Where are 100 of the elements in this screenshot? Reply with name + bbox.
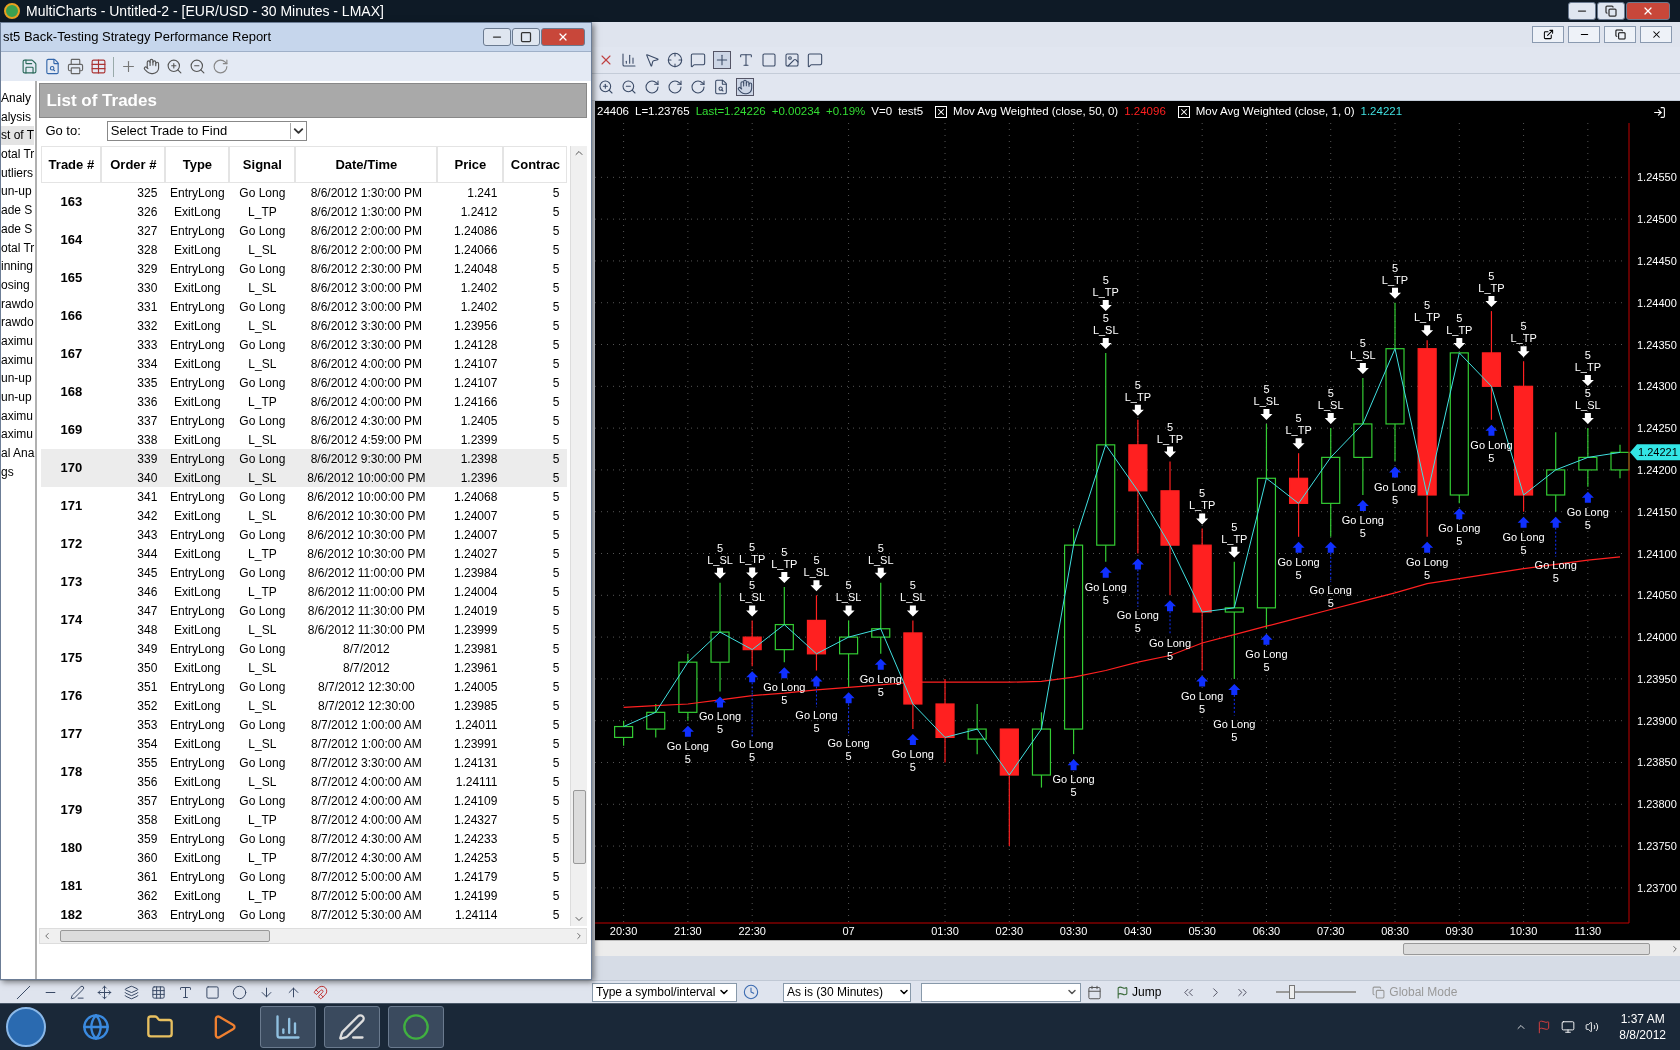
pen-icon[interactable] [70, 984, 85, 1000]
print-icon[interactable] [67, 58, 84, 75]
magnet-icon[interactable] [313, 984, 328, 1000]
horizontal-scrollbar[interactable] [39, 928, 587, 944]
time-label: 20:30 [609, 925, 638, 937]
navigation-item[interactable]: un-up [1, 388, 35, 407]
column-header[interactable]: Signal [229, 146, 296, 183]
crosshair-icon[interactable] [120, 58, 137, 75]
flag-icon[interactable] [1537, 1020, 1552, 1034]
refresh-icon[interactable] [644, 79, 660, 95]
table-icon[interactable] [90, 58, 107, 75]
window-icon[interactable] [761, 52, 777, 68]
table-cell: 8/6/2012 11:30:00 PM [307, 602, 425, 619]
scroll-right-icon[interactable] [574, 931, 584, 941]
calendar-icon[interactable] [1087, 984, 1102, 1000]
navigation-item[interactable]: ade S [1, 201, 35, 220]
volume-icon[interactable] [1585, 1020, 1600, 1034]
down-arrow-icon[interactable] [259, 984, 274, 1000]
table-cell: EntryLong [170, 678, 225, 695]
scroll-right-icon[interactable] [1670, 943, 1680, 954]
start-button[interactable] [6, 1007, 46, 1047]
navigation-item[interactable]: gs [1, 462, 35, 482]
horizontal-scrollbar[interactable] [595, 940, 1680, 956]
hand-icon[interactable] [143, 58, 160, 75]
text-icon[interactable] [178, 984, 193, 1000]
navigation-item[interactable]: aximu [1, 331, 35, 351]
annotation: 5 L_SL [900, 579, 926, 604]
line-icon[interactable] [16, 984, 31, 1000]
navigation-item[interactable]: inning [1, 257, 35, 276]
navigation-item[interactable]: otal Tr [1, 145, 35, 164]
rectangle-icon[interactable] [205, 984, 220, 1000]
zoom-out-icon[interactable] [621, 79, 637, 95]
navigation-item[interactable]: Analy [1, 89, 35, 108]
save-icon[interactable] [21, 58, 38, 75]
navigation-item[interactable]: aximu [1, 406, 35, 426]
trade-row[interactable]: 170 339 EntryLong Go Long 8/6/2012 9:30:00 PM 1.2398 5 340 ExitLong L_SL 8/6/2012 10:00:00 PM 1.2396 5 [41, 449, 568, 487]
navigation-item[interactable]: aximu [1, 350, 35, 370]
table-cell: 349 [137, 640, 158, 657]
zoom-in-icon[interactable] [598, 79, 614, 95]
navigation-item[interactable]: utliers [1, 163, 35, 183]
table-cell: 329 [137, 260, 158, 277]
refresh-icon[interactable] [212, 58, 229, 75]
date-field[interactable] [921, 982, 1081, 1002]
network-icon[interactable] [1561, 1020, 1576, 1034]
bar-chart-icon[interactable] [621, 52, 637, 68]
grid-icon[interactable] [151, 984, 166, 1000]
navigation-item[interactable]: ade S [1, 219, 35, 239]
vertical-scrollbar[interactable] [570, 146, 587, 926]
symbol-field[interactable]: Type a symbol/interval [592, 982, 737, 1002]
navigation-item[interactable]: st of T [1, 126, 35, 146]
table-cell: 359 [137, 830, 158, 847]
maximize-button[interactable] [1597, 2, 1625, 20]
taskbar-button[interactable] [324, 1006, 380, 1048]
taskbar-button[interactable] [260, 1006, 316, 1048]
column-header[interactable]: Contrac [503, 146, 568, 183]
study-checkbox[interactable] [935, 106, 948, 118]
restore-button[interactable] [1604, 26, 1636, 43]
navigation-item[interactable]: rawdo [1, 313, 35, 332]
navigation-item[interactable]: un-up [1, 182, 35, 202]
resolution-dropdown[interactable]: As is (30 Minutes) [783, 982, 911, 1002]
zoom-out-icon[interactable] [189, 58, 206, 75]
trade-dropdown[interactable]: Select Trade to Find [106, 121, 307, 141]
text-tool-icon[interactable] [738, 52, 754, 68]
navigation-item[interactable]: otal Tr [1, 238, 35, 258]
study-checkbox[interactable] [1177, 106, 1190, 118]
navigation-item[interactable]: osing [1, 275, 35, 295]
preview-icon[interactable] [44, 58, 61, 75]
slider-thumb[interactable] [1289, 985, 1296, 999]
candlestick [967, 703, 987, 755]
navigation-item[interactable]: alysis [1, 107, 35, 127]
scrollbar-thumb[interactable] [572, 790, 586, 864]
minimize-button[interactable] [1568, 2, 1596, 20]
column-header[interactable]: Date/Time [295, 146, 438, 183]
navigation-item[interactable]: aximu [1, 425, 35, 445]
comment-icon[interactable] [690, 52, 706, 68]
column-header[interactable]: Trade # [41, 146, 102, 183]
clock-icon[interactable] [743, 984, 759, 1000]
hand-icon[interactable] [736, 78, 754, 96]
detach-button[interactable] [1532, 26, 1564, 43]
zoom-in-icon[interactable] [166, 58, 183, 75]
trade-number: 181 [60, 877, 83, 896]
column-header[interactable]: Price [437, 146, 504, 183]
flag-icon [1116, 985, 1129, 999]
scrollbar-thumb[interactable] [60, 930, 271, 942]
tooltip-icon[interactable] [807, 52, 823, 68]
maximize-button[interactable] [512, 28, 540, 46]
image-icon[interactable] [784, 52, 800, 68]
move-icon[interactable] [97, 984, 112, 1000]
ellipse-icon[interactable] [232, 984, 247, 1000]
pointer-icon[interactable] [644, 52, 660, 68]
crosshair-icon[interactable] [667, 52, 683, 68]
navigation-item[interactable]: rawdo [1, 294, 35, 314]
navigation-item[interactable]: al Ana [1, 444, 35, 463]
layers-icon[interactable] [124, 984, 139, 1000]
column-header[interactable]: Order # [101, 146, 166, 183]
scrollbar-thumb[interactable] [1403, 942, 1650, 955]
navigation-item[interactable]: un-up [1, 369, 35, 388]
jump-button[interactable]: Jump [1112, 982, 1166, 1002]
cursor-icon[interactable] [713, 51, 731, 69]
column-header[interactable]: Type [165, 146, 230, 183]
